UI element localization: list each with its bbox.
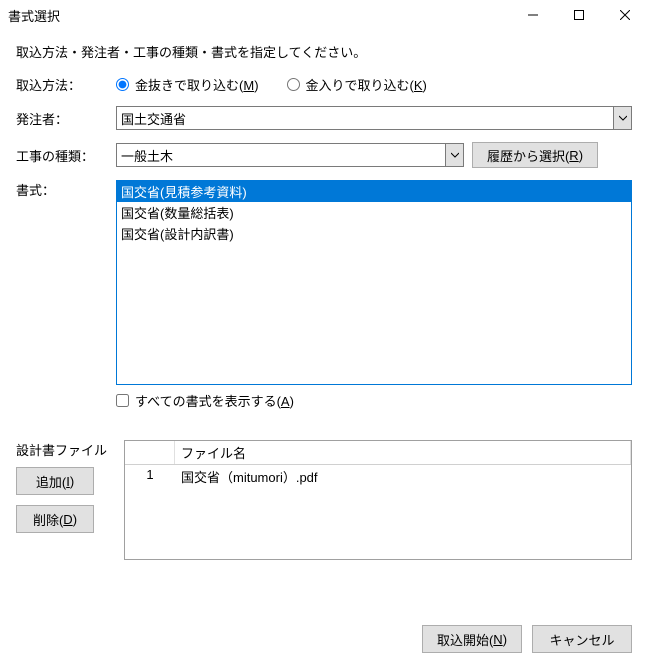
files-table: ファイル名 1 国交省（mitumori）.pdf [124,440,632,560]
start-import-button[interactable]: 取込開始(N) [422,625,522,653]
method-label: 取込方法： [16,75,116,94]
show-all-checkbox[interactable] [116,394,129,407]
chevron-down-icon[interactable] [445,144,463,166]
work-type-label: 工事の種類： [16,146,116,165]
table-row[interactable]: 1 国交省（mitumori）.pdf [125,465,631,488]
orderer-label: 発注者： [16,109,116,128]
format-item[interactable]: 国交省(数量総括表) [117,202,631,223]
format-item[interactable]: 国交省(見積参考資料) [117,181,631,202]
method-radio-include[interactable] [287,78,300,91]
close-button[interactable] [602,0,648,30]
instruction-text: 取込方法・発注者・工事の種類・書式を指定してください。 [16,42,632,61]
maximize-button[interactable] [556,0,602,30]
orderer-value: 国土交通省 [121,109,186,128]
work-type-value: 一般土木 [121,146,173,165]
method-option-include[interactable]: 金入りで取り込む(K) [287,75,427,94]
design-file-label: 設計書ファイル [16,440,116,459]
column-header-filename[interactable]: ファイル名 [175,441,631,464]
delete-button[interactable]: 削除(D) [16,505,94,533]
minimize-button[interactable] [510,0,556,30]
row-filename: 国交省（mitumori）.pdf [175,465,631,488]
titlebar: 書式選択 [0,0,648,30]
show-all-label: すべての書式を表示する(A) [135,391,294,410]
cancel-button[interactable]: キャンセル [532,625,632,653]
format-item[interactable]: 国交省(設計内訳書) [117,223,631,244]
format-label: 書式： [16,180,116,385]
window-title: 書式選択 [8,6,510,25]
row-number: 1 [125,465,175,488]
work-type-combo[interactable]: 一般土木 [116,143,464,167]
add-button[interactable]: 追加(I) [16,467,94,495]
method-radio-exclude[interactable] [116,78,129,91]
column-header-number[interactable] [125,441,175,464]
orderer-combo[interactable]: 国土交通省 [116,106,632,130]
history-button[interactable]: 履歴から選択(R) [472,142,598,168]
method-option-exclude[interactable]: 金抜きで取り込む(M) [116,75,259,94]
format-listbox[interactable]: 国交省(見積参考資料) 国交省(数量総括表) 国交省(設計内訳書) [116,180,632,385]
chevron-down-icon[interactable] [613,107,631,129]
